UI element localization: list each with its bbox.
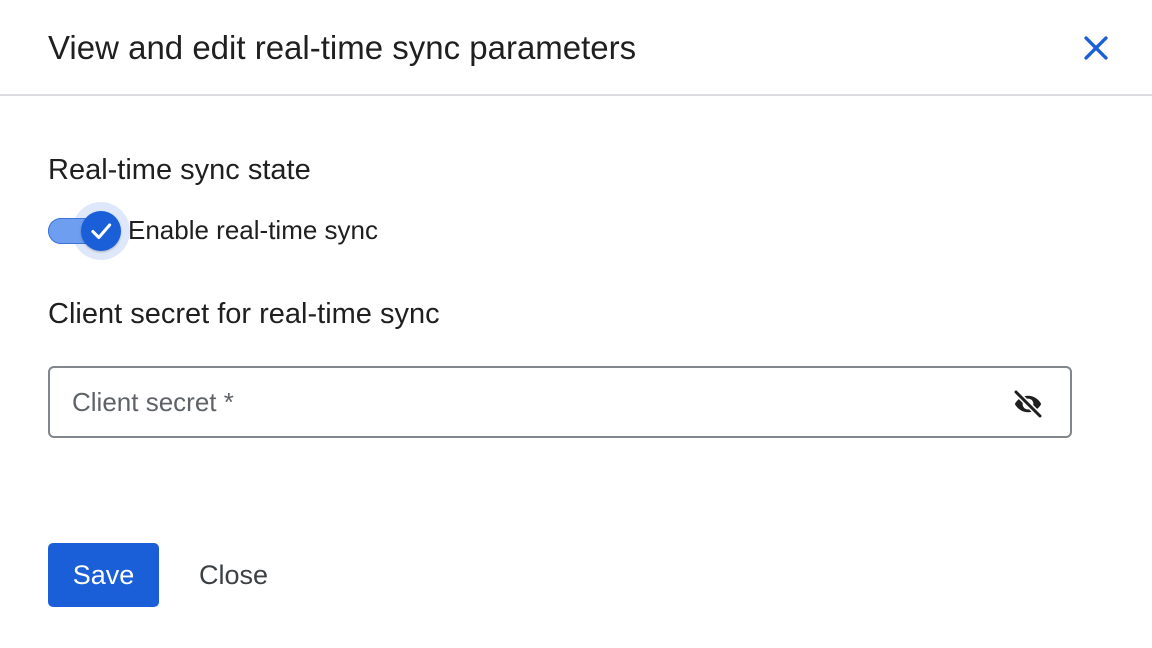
client-secret-heading: Client secret for real-time sync [48, 298, 440, 330]
check-icon [91, 223, 112, 240]
dialog-header: View and edit real-time sync parameters [0, 0, 1152, 96]
enable-sync-label: Enable real-time sync [128, 214, 378, 245]
client-secret-input[interactable] [72, 368, 972, 436]
sync-parameters-dialog: View and edit real-time sync parameters … [0, 0, 1152, 648]
dialog-actions: Save Close [48, 543, 290, 607]
close-icon [1084, 36, 1108, 60]
toggle-visibility-button[interactable] [1008, 384, 1048, 424]
sync-state-heading: Real-time sync state [48, 154, 311, 186]
visibility-off-icon [1013, 389, 1043, 419]
dialog-title: View and edit real-time sync parameters [48, 29, 637, 66]
save-button[interactable]: Save [48, 543, 159, 607]
enable-sync-toggle[interactable] [48, 202, 130, 260]
enable-sync-row: Enable real-time sync [48, 202, 378, 260]
client-secret-field[interactable] [48, 366, 1072, 438]
toggle-thumb [81, 211, 121, 251]
close-dialog-button[interactable] [1072, 24, 1120, 72]
close-button[interactable]: Close [177, 543, 290, 607]
